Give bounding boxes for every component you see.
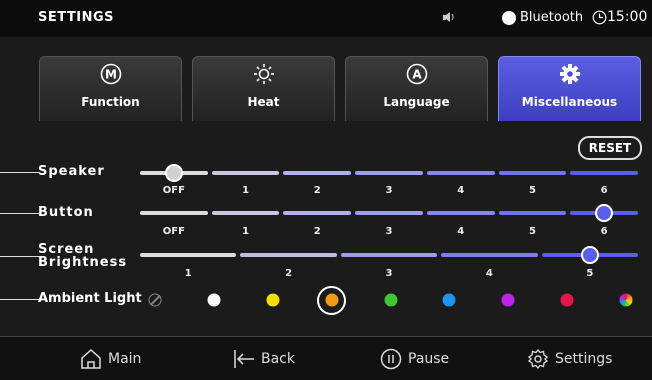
home-icon xyxy=(81,348,101,369)
slider-tick-label: 3 xyxy=(385,268,393,279)
slider-segment[interactable] xyxy=(498,211,567,215)
slider-handle[interactable] xyxy=(580,246,599,264)
color-option[interactable] xyxy=(501,293,515,307)
slider-tick-label: 2 xyxy=(313,185,321,196)
slider-segment[interactable] xyxy=(211,211,280,215)
color-option[interactable] xyxy=(325,293,339,307)
settings-button[interactable]: Settings xyxy=(527,337,612,380)
clock-time: 15:00 xyxy=(607,9,648,25)
color-option[interactable] xyxy=(442,293,456,307)
leader-line xyxy=(0,213,40,214)
volume-icon xyxy=(443,12,454,22)
pause-button[interactable]: Pause xyxy=(380,337,449,380)
slider-segment[interactable] xyxy=(240,253,337,257)
color-option[interactable] xyxy=(207,293,221,307)
slider-segment[interactable] xyxy=(355,171,423,175)
slider-segment[interactable] xyxy=(211,171,280,175)
slider-tick-label: OFF xyxy=(162,185,185,196)
tab-label: Miscellaneous xyxy=(521,95,618,109)
slider-tick-label: 6 xyxy=(600,185,608,196)
slider-tick-label: OFF xyxy=(162,226,185,237)
bottom-nav: Main Back Pause Settings xyxy=(0,336,652,380)
slider-handle[interactable] xyxy=(164,164,183,182)
pause-label: Pause xyxy=(408,350,450,367)
slider-segment[interactable] xyxy=(140,253,237,257)
color-option[interactable] xyxy=(560,293,574,307)
page-title: SETTINGS xyxy=(38,10,115,25)
ambient-light-label: Ambient Light xyxy=(38,291,142,306)
back-label: Back xyxy=(261,350,295,367)
screen-brightness-label: Screen Brightness xyxy=(38,243,127,269)
slider-tick-label: 1 xyxy=(184,268,192,279)
back-arrow-icon xyxy=(234,349,254,368)
svg-text:M: M xyxy=(105,68,117,82)
light-off-icon[interactable] xyxy=(148,293,162,307)
leader-line xyxy=(0,256,40,257)
sun-icon xyxy=(253,64,274,84)
tab-function[interactable]: M Function xyxy=(39,56,182,121)
slider-tick-label: 3 xyxy=(385,226,393,237)
slider-segment[interactable] xyxy=(426,211,495,215)
main-button[interactable]: Main xyxy=(80,337,141,380)
slider-segment[interactable] xyxy=(283,211,352,215)
slider-segment[interactable] xyxy=(441,253,538,257)
tab-label: Function xyxy=(81,95,140,109)
slider-segment[interactable] xyxy=(570,171,638,175)
slider-tick-label: 5 xyxy=(586,268,594,279)
color-option[interactable] xyxy=(266,293,280,307)
slider-segment[interactable] xyxy=(498,171,567,175)
main-label: Main xyxy=(108,350,142,367)
slider-tick-label: 2 xyxy=(285,268,293,279)
svg-text:A: A xyxy=(412,68,422,82)
color-option[interactable] xyxy=(384,293,397,307)
status-bar: SETTINGS Bluetooth 15:00 xyxy=(0,0,652,37)
slider-tick-label: 5 xyxy=(528,226,536,237)
reset-button[interactable]: RESET xyxy=(578,136,642,160)
back-button[interactable]: Back xyxy=(233,337,295,380)
slider-segment[interactable] xyxy=(340,253,438,257)
light-off-slash xyxy=(150,294,161,306)
pause-icon xyxy=(380,348,402,369)
bluetooth-icon xyxy=(502,11,516,25)
speaker-label: Speaker xyxy=(38,164,105,179)
tab-miscellaneous[interactable]: Miscellaneous xyxy=(498,56,641,121)
m-circle-icon: M xyxy=(100,63,121,85)
slider-tick-label: 1 xyxy=(242,185,250,196)
leader-line xyxy=(0,172,40,173)
slider-tick-label: 4 xyxy=(485,268,493,279)
slider-tick-label: 6 xyxy=(600,226,608,237)
slider-segment[interactable] xyxy=(140,211,208,215)
slider-tick-label: 4 xyxy=(457,226,465,237)
slider-tick-label: 4 xyxy=(457,185,465,196)
clock-icon xyxy=(592,10,607,25)
tab-heat[interactable]: Heat xyxy=(192,56,335,121)
settings-gear-icon xyxy=(527,348,549,369)
slider-segment[interactable] xyxy=(426,171,495,175)
slider-tick-label: 2 xyxy=(313,226,321,237)
settings-label: Settings xyxy=(555,350,613,367)
a-circle-icon: A xyxy=(406,63,427,85)
leader-line xyxy=(0,299,40,300)
screen-brightness-label-line2: Brightness xyxy=(38,255,128,270)
tab-language[interactable]: A Language xyxy=(345,56,488,121)
bluetooth-label: Bluetooth xyxy=(520,10,584,25)
gear-icon xyxy=(559,64,580,84)
slider-tick-label: 3 xyxy=(385,185,393,196)
slider-segment[interactable] xyxy=(355,211,423,215)
slider-tick-label: 5 xyxy=(528,185,536,196)
slider-handle[interactable] xyxy=(595,204,614,222)
tab-label: Language xyxy=(383,95,450,109)
slider-tick-label: 1 xyxy=(242,226,250,237)
slider-segment[interactable] xyxy=(283,171,352,175)
button-label: Button xyxy=(38,205,94,220)
color-option-multicolor[interactable] xyxy=(619,293,633,307)
tab-label: Heat xyxy=(247,95,280,109)
